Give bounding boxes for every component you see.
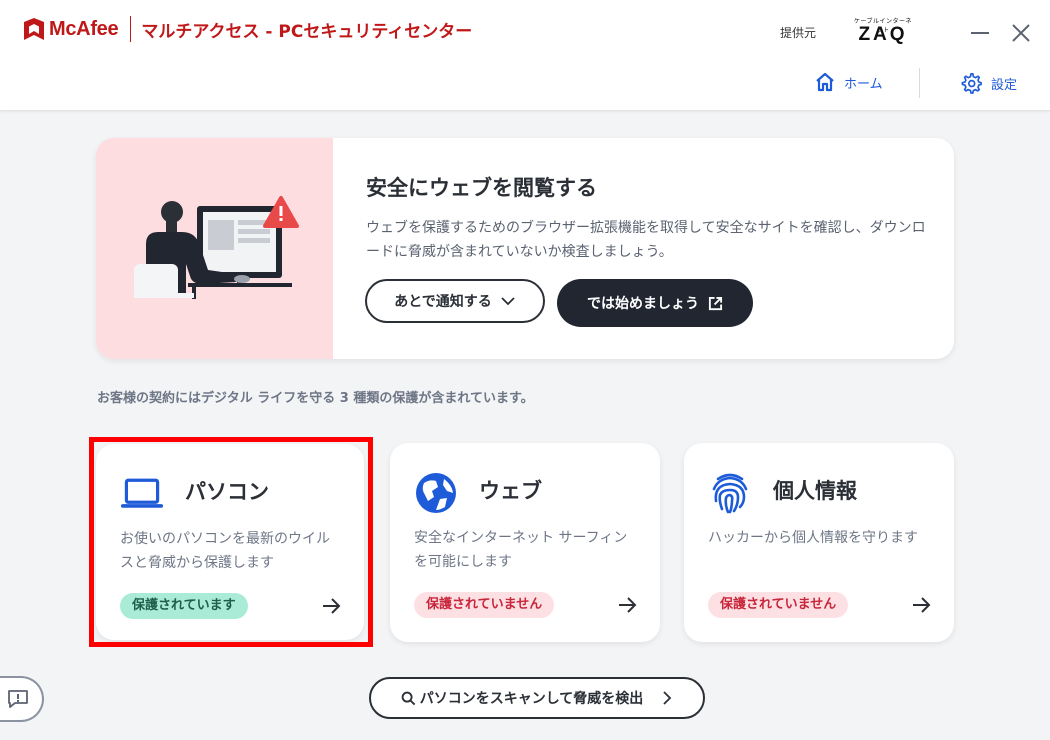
close-button[interactable] bbox=[1008, 20, 1034, 46]
card-title: ウェブ bbox=[479, 479, 542, 503]
feedback-icon bbox=[8, 690, 28, 708]
card-description: 安全なインターネット サーフィンを可能にします bbox=[414, 530, 628, 570]
arrow-right-icon bbox=[323, 598, 341, 614]
home-icon bbox=[816, 72, 834, 92]
provider-logo: ケーブルインターネット ZAQ bbox=[852, 16, 914, 48]
arrow-right-icon bbox=[913, 597, 931, 613]
card-pc-protection[interactable]: パソコン お使いのパソコンを最新のウイルスと脅威から保護します 保護されています bbox=[96, 444, 364, 640]
promo-card: 安全にウェブを閲覧する ウェブを保護するためのブラウザー拡張機能を取得して安全な… bbox=[96, 138, 954, 359]
mcafee-shield-icon bbox=[24, 18, 44, 40]
gear-icon bbox=[961, 73, 982, 94]
nav-divider bbox=[919, 68, 920, 98]
external-link-icon bbox=[708, 296, 723, 310]
scan-pc-label: パソコンをスキャンして脅威を検出 bbox=[419, 691, 644, 707]
person-at-computer-illustration bbox=[134, 196, 299, 299]
nav-home[interactable]: ホーム bbox=[815, 72, 883, 92]
brand-name: McAfee bbox=[49, 17, 119, 40]
brand: McAfee マルチアクセス - PCセキュリティセンター bbox=[24, 14, 472, 44]
nav-settings-label: 設定 bbox=[991, 77, 1018, 93]
scan-pc-button[interactable]: パソコンをスキャンして脅威を検出 bbox=[369, 677, 705, 719]
fingerprint-icon bbox=[708, 473, 752, 514]
card-description: ハッカーから個人情報を守ります bbox=[708, 530, 918, 546]
get-started-label: では始めましょう bbox=[587, 296, 699, 312]
promo-illustration bbox=[96, 138, 333, 359]
card-web-protection[interactable]: ウェブ 安全なインターネット サーフィンを可能にします 保護されていません bbox=[390, 443, 660, 642]
product-name: マルチアクセス - PCセキュリティセンター bbox=[141, 21, 473, 42]
chevron-down-icon bbox=[501, 297, 515, 306]
subscription-note: お客様の契約にはデジタル ライフを守る 3 種類の保護が含まれています。 bbox=[97, 391, 534, 406]
card-identity-protection[interactable]: 個人情報 ハッカーから個人情報を守ります 保護されていません bbox=[684, 443, 954, 642]
card-description: お使いのパソコンを最新のウイルスと脅威から保護します bbox=[120, 531, 330, 571]
provider-logo-big: ZAQ bbox=[858, 24, 908, 45]
chevron-right-icon bbox=[663, 691, 672, 705]
promo-description: ウェブを保護するためのブラウザー拡張機能を取得して安全なサイトを確認し、ダウンロ… bbox=[366, 220, 926, 260]
nav-home-label: ホーム bbox=[844, 76, 883, 92]
nav-settings[interactable]: 設定 bbox=[960, 72, 1017, 94]
card-title: 個人情報 bbox=[773, 479, 857, 503]
globe-icon bbox=[414, 473, 458, 513]
card-title: パソコン bbox=[185, 480, 269, 504]
status-badge: 保護されています bbox=[120, 593, 248, 619]
provider-label: 提供元 bbox=[780, 26, 817, 40]
get-started-button[interactable]: では始めましょう bbox=[557, 279, 753, 327]
app-header: McAfee マルチアクセス - PCセキュリティセンター 提供元 ケーブルイン… bbox=[0, 0, 1050, 111]
status-badge: 保護されていません bbox=[414, 592, 555, 618]
promo-title: 安全にウェブを閲覧する bbox=[366, 176, 597, 200]
feedback-button[interactable] bbox=[0, 676, 44, 722]
status-badge: 保護されていません bbox=[708, 592, 849, 618]
close-icon bbox=[1012, 24, 1030, 42]
search-icon bbox=[401, 691, 415, 705]
notify-later-label: あとで通知する bbox=[394, 294, 492, 310]
minimize-icon bbox=[971, 32, 989, 34]
arrow-right-icon bbox=[619, 597, 637, 613]
minimize-button[interactable] bbox=[967, 20, 993, 46]
notify-later-button[interactable]: あとで通知する bbox=[365, 279, 545, 323]
brand-separator bbox=[130, 16, 132, 42]
laptop-icon bbox=[120, 474, 164, 514]
